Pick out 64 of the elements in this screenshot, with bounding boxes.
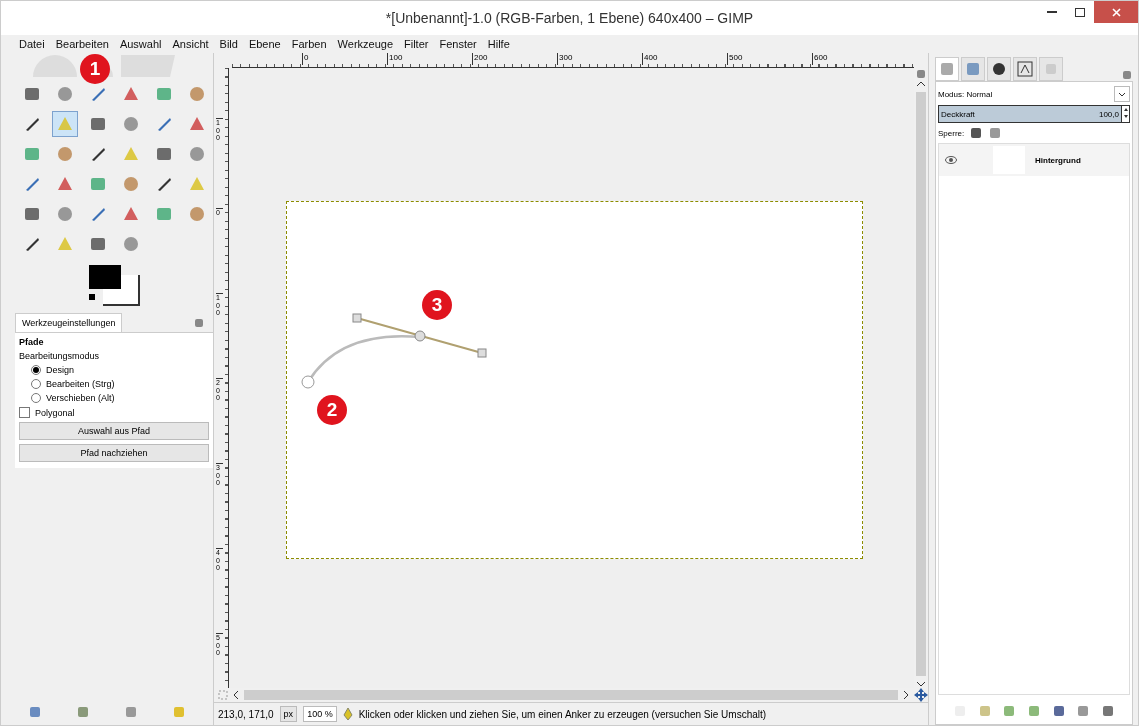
radio-button[interactable] — [31, 393, 41, 403]
opacity-value: 100,0 — [1098, 109, 1119, 119]
tool-name: Pfade — [19, 337, 45, 347]
radio-button[interactable] — [31, 379, 41, 389]
tool-options-tab[interactable]: Werkzeugeinstellungen — [15, 313, 123, 332]
layer-name: Hintergrund — [1035, 155, 1081, 165]
opacity-label: Deckkraft — [941, 109, 975, 119]
zoom-dropdown[interactable]: 100 % — [303, 706, 337, 722]
chevron-down-icon — [1118, 91, 1126, 97]
menu-item[interactable]: Bearbeiten — [55, 38, 109, 50]
layer-row[interactable]: Hintergrund — [939, 144, 1129, 176]
callout-number: 1 — [80, 54, 110, 84]
menu-item[interactable]: Bild — [219, 38, 238, 50]
checkbox[interactable] — [19, 407, 30, 418]
ruler-label: 300 — [557, 53, 573, 65]
horizontal-scrollbar[interactable] — [244, 690, 898, 700]
radio-label: Design — [46, 365, 74, 375]
menu-item[interactable]: Ansicht — [172, 38, 209, 50]
menu-item[interactable]: Ebene — [248, 38, 281, 50]
minimize-icon — [1047, 11, 1057, 13]
navigate-icon[interactable] — [914, 688, 928, 702]
eye-icon[interactable] — [945, 156, 957, 164]
fonts-tab[interactable] — [1013, 57, 1037, 81]
ruler-label: 200 — [472, 53, 488, 65]
scroll-right-icon[interactable] — [902, 690, 910, 700]
pen-tool-icon — [342, 707, 353, 721]
radio-label: Bearbeiten (Strg) — [46, 379, 115, 389]
font-icon — [1017, 61, 1033, 77]
window-title: *[Unbenannt]-1.0 (RGB-Farben, 1 Ebene) 640x400 – GIMP — [385, 10, 754, 26]
layer-mode-label: Modus: Normal — [938, 89, 993, 99]
path-action-button[interactable]: Pfad nachziehen — [19, 444, 209, 462]
maximize-icon — [1075, 7, 1085, 17]
radio-button[interactable] — [31, 365, 41, 375]
mode-dropdown-button[interactable] — [1114, 86, 1130, 102]
color-swatches-drawing[interactable] — [89, 265, 141, 307]
close-icon — [1111, 7, 1121, 17]
ruler-label: 500 — [727, 53, 743, 65]
brushes-tab[interactable] — [987, 57, 1011, 81]
opacity-slider[interactable]: Deckkraft 100,0 — [938, 105, 1130, 123]
menu-item[interactable]: Farben — [291, 38, 327, 50]
ruler-label: 400 — [642, 53, 658, 65]
menu-item[interactable]: Auswahl — [119, 38, 162, 50]
scroll-down-icon[interactable] — [916, 680, 926, 688]
vertical-scrollbar[interactable] — [916, 92, 926, 676]
section-label: Bearbeitungsmodus — [19, 351, 101, 361]
menu-item[interactable]: Filter — [404, 38, 429, 50]
ruler-label: 0 — [302, 53, 309, 65]
pointer-coordinates: 213,0, 171,0 — [218, 708, 274, 720]
lock-label: Sperre: — [938, 128, 965, 138]
menu-item[interactable]: Fenster — [439, 38, 477, 50]
path-action-button[interactable]: Auswahl aus Pfad — [19, 422, 209, 440]
radio-label: Verschieben (Alt) — [46, 393, 115, 403]
scroll-left-icon[interactable] — [232, 690, 240, 700]
spin-arrows-icon[interactable] — [1122, 106, 1129, 120]
menu-item[interactable]: Hilfe — [487, 38, 510, 50]
scroll-up-icon[interactable] — [916, 80, 926, 88]
checkbox-label: Polygonal — [35, 407, 75, 418]
menu-item[interactable]: Datei — [19, 38, 45, 50]
unit-dropdown[interactable]: px — [279, 706, 298, 722]
brush-icon — [991, 61, 1007, 77]
menu-item[interactable]: Werkzeuge — [337, 38, 393, 50]
status-message: Klicken oder klicken und ziehen Sie, um einen Anker zu erzeugen (versuchen Sie Umschalt) — [358, 708, 767, 720]
ruler-label: 600 — [812, 53, 828, 65]
ruler-label: 100 — [387, 53, 403, 65]
